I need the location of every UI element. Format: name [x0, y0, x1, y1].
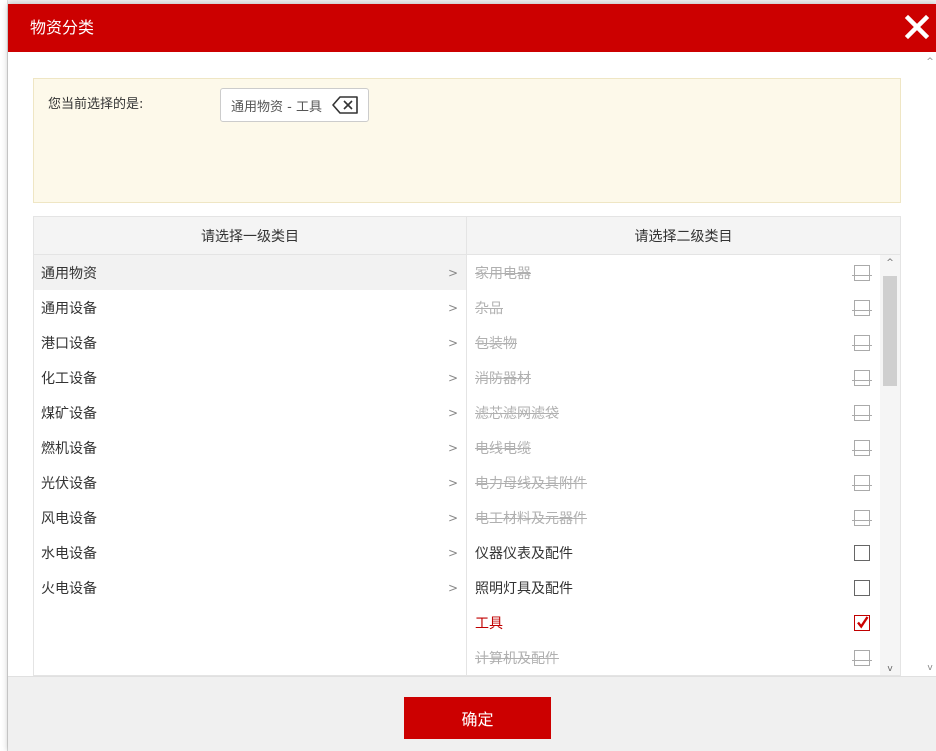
secondary-category-label: 计算机及配件	[475, 650, 559, 667]
current-selection-label: 您当前选择的是:	[48, 97, 144, 112]
category-checkbox	[852, 649, 872, 666]
category-checkbox	[852, 299, 872, 316]
chevron-right-icon: >	[447, 440, 458, 455]
secondary-category-item: 杂品	[467, 290, 900, 325]
primary-category-item[interactable]: 通用设备 >	[34, 290, 466, 325]
category-checkbox	[852, 334, 872, 351]
primary-category-label: 通用设备	[41, 300, 97, 317]
scroll-down-icon[interactable]: v	[926, 664, 934, 673]
secondary-category-item: 滤芯滤网滤袋	[467, 395, 900, 430]
category-checkbox	[852, 439, 872, 456]
secondary-category-item[interactable]: 仪器仪表及配件	[467, 535, 900, 570]
secondary-category-label: 滤芯滤网滤袋	[475, 405, 559, 422]
primary-category-header: 请选择一级类目	[34, 217, 467, 255]
secondary-category-item: 电力母线及其附件	[467, 465, 900, 500]
chevron-right-icon: >	[447, 300, 458, 315]
primary-category-label: 港口设备	[41, 335, 97, 352]
category-checkbox	[852, 404, 872, 421]
secondary-category-item: 包装物	[467, 325, 900, 360]
category-checkbox[interactable]	[854, 544, 870, 561]
primary-category-item[interactable]: 光伏设备 >	[34, 465, 466, 500]
primary-category-item[interactable]: 港口设备 >	[34, 325, 466, 360]
scroll-up-icon[interactable]: ^	[926, 58, 934, 67]
primary-category-item[interactable]: 火电设备 >	[34, 570, 466, 605]
secondary-category-label: 工具	[475, 615, 503, 632]
dialog-scrollbar[interactable]: ^ v	[924, 52, 936, 676]
primary-category-label: 化工设备	[41, 370, 97, 387]
secondary-category-label: 消防器材	[475, 370, 531, 387]
primary-category-item[interactable]: 风电设备 >	[34, 500, 466, 535]
close-icon	[904, 14, 930, 40]
secondary-category-item[interactable]: 照明灯具及配件	[467, 570, 900, 605]
secondary-category-item: 电线电缆	[467, 430, 900, 465]
primary-category-label: 水电设备	[41, 545, 97, 562]
chevron-right-icon: >	[447, 265, 458, 280]
confirm-button[interactable]: 确定	[404, 697, 551, 739]
page-background-strip	[0, 0, 8, 751]
close-button[interactable]	[902, 12, 932, 42]
chevron-right-icon: >	[447, 475, 458, 490]
category-checkbox	[852, 509, 872, 526]
secondary-category-item: 家用电器	[467, 255, 900, 290]
secondary-category-label: 电工材料及元器件	[475, 510, 587, 527]
secondary-category-label: 电力母线及其附件	[475, 475, 587, 492]
selected-category-text: 通用物资 - 工具	[231, 99, 322, 115]
scroll-up-icon[interactable]: ^	[880, 255, 900, 271]
primary-category-item[interactable]: 煤矿设备 >	[34, 395, 466, 430]
primary-category-label: 煤矿设备	[41, 405, 97, 422]
primary-category-item[interactable]: 燃机设备 >	[34, 430, 466, 465]
secondary-category-label: 电线电缆	[475, 440, 531, 457]
primary-category-list: 通用物资 > 通用设备 > 港口设备 > 化工设备 > 煤矿设备 > 燃机设备 > 光伏设备 > 风电设备 >…	[34, 255, 467, 675]
checkmark-icon	[857, 615, 869, 629]
secondary-category-item[interactable]: 工具	[467, 605, 900, 640]
chevron-right-icon: >	[447, 580, 458, 595]
primary-category-label: 燃机设备	[41, 440, 97, 457]
category-checkbox	[852, 474, 872, 491]
chevron-right-icon: >	[447, 510, 458, 525]
scrollbar-thumb[interactable]	[883, 276, 897, 386]
primary-category-label: 通用物资	[41, 265, 97, 282]
chevron-right-icon: >	[447, 545, 458, 560]
chevron-right-icon: >	[447, 370, 458, 385]
secondary-category-label: 照明灯具及配件	[475, 580, 573, 597]
secondary-category-header: 请选择二级类目	[467, 217, 900, 255]
category-dialog: 物资分类 ^ v 您当前选择的是: 通用物资 - 工具 请选择一级类目 请选择二…	[8, 4, 936, 751]
selected-category-tag: 通用物资 - 工具	[220, 88, 369, 122]
secondary-category-label: 包装物	[475, 335, 517, 352]
dialog-titlebar: 物资分类	[8, 4, 936, 52]
chevron-right-icon: >	[447, 405, 458, 420]
secondary-list-scrollbar[interactable]: ^ v	[880, 255, 900, 675]
category-checkbox	[852, 369, 872, 386]
secondary-category-label: 仪器仪表及配件	[475, 545, 573, 562]
dialog-footer: 确定	[8, 676, 936, 751]
secondary-category-label: 杂品	[475, 300, 503, 317]
secondary-category-item: 计算机及配件	[467, 640, 900, 675]
secondary-category-label: 家用电器	[475, 265, 531, 282]
scroll-down-icon[interactable]: v	[880, 661, 900, 675]
category-checkbox	[852, 264, 872, 281]
primary-category-item[interactable]: 通用物资 >	[34, 255, 466, 290]
dialog-title: 物资分类	[30, 18, 95, 37]
current-selection-panel: 您当前选择的是: 通用物资 - 工具	[33, 78, 901, 203]
primary-category-label: 光伏设备	[41, 475, 97, 492]
backspace-delete-icon[interactable]	[332, 96, 358, 114]
primary-category-item[interactable]: 水电设备 >	[34, 535, 466, 570]
category-checkbox[interactable]	[854, 579, 870, 596]
secondary-category-list: 家用电器杂品包装物消防器材滤芯滤网滤袋 电线电缆电力母线及其附件 电工材料及元器件仪…	[467, 255, 900, 675]
chevron-right-icon: >	[447, 335, 458, 350]
primary-category-label: 风电设备	[41, 510, 97, 527]
primary-category-item[interactable]: 化工设备 >	[34, 360, 466, 395]
category-checkbox[interactable]	[854, 614, 870, 631]
secondary-category-item: 电工材料及元器件	[467, 500, 900, 535]
secondary-category-item: 消防器材	[467, 360, 900, 395]
category-selector: 请选择一级类目 请选择二级类目 通用物资 > 通用设备 > 港口设备 > 化工设备 > 煤矿设备…	[33, 216, 901, 676]
primary-category-label: 火电设备	[41, 580, 97, 597]
